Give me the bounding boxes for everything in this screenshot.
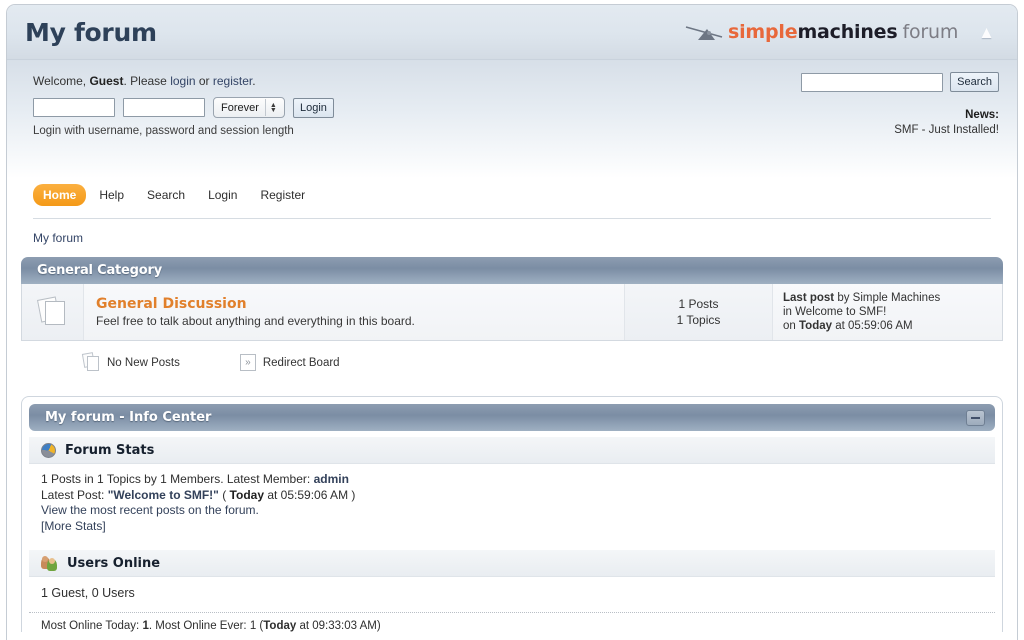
lever-logo-icon	[684, 21, 724, 43]
more-stats-link[interactable]: [More Stats]	[41, 519, 106, 533]
latest-post-day: Today	[230, 488, 264, 502]
welcome-username: Guest	[89, 74, 123, 88]
username-input[interactable]	[33, 98, 115, 117]
last-post-topic[interactable]: in Welcome to SMF!	[783, 305, 992, 319]
no-new-posts-folder-icon	[38, 297, 68, 327]
welcome-suffix: .	[252, 74, 255, 88]
board-last-post-cell: Last post by Simple Machines in Welcome …	[772, 284, 1002, 340]
most-online-ever-day: Today	[263, 620, 296, 632]
board-stats-cell: 1 Posts 1 Topics	[624, 284, 772, 340]
forum-stats-title: Forum Stats	[65, 443, 154, 458]
latest-post-close: )	[348, 488, 355, 502]
users-online-header: Users Online	[29, 550, 995, 577]
most-online-ever-label: . Most Online Ever: 1 (	[149, 620, 263, 632]
latest-member-link[interactable]: admin	[314, 472, 349, 486]
info-center-header: My forum - Info Center	[29, 404, 995, 431]
nav-item-help[interactable]: Help	[89, 184, 134, 206]
brand-area: simplemachinesforum ▲	[684, 21, 999, 43]
page-wrapper: My forum simplemachinesforum ▲ Welcome, …	[0, 0, 1024, 640]
info-center-title: My forum - Info Center	[45, 410, 211, 425]
board-topics-count: 1 Topics	[677, 312, 721, 328]
brand-machines-text: machines	[797, 21, 897, 43]
nav-item-login[interactable]: Login	[198, 184, 247, 206]
board-description: Feel free to talk about anything and eve…	[96, 314, 612, 328]
search-row: Search	[801, 72, 999, 92]
board-row: General Discussion Feel free to talk abo…	[21, 284, 1003, 341]
pie-chart-icon	[41, 443, 56, 458]
brand-forum-text: forum	[902, 21, 958, 43]
legend-item-no-new-posts: No New Posts	[83, 353, 180, 372]
last-post-author: by Simple Machines	[834, 292, 940, 304]
most-online-ever-time: at 09:33:03 AM)	[296, 620, 380, 632]
nav-item-home[interactable]: Home	[33, 184, 86, 206]
no-new-posts-icon	[83, 353, 100, 372]
news-text: SMF - Just Installed!	[801, 123, 999, 138]
users-online-counts: 1 Guest, 0 Users	[29, 577, 995, 606]
last-post-on-prefix: on	[783, 320, 799, 332]
board-legend: No New Posts » Redirect Board	[21, 341, 1003, 382]
site-header: My forum simplemachinesforum ▲	[7, 5, 1017, 60]
users-icon	[41, 556, 58, 571]
last-post-time: at 05:59:06 AM	[832, 320, 913, 332]
forum-stats-header: Forum Stats	[29, 437, 995, 464]
news-block: News: SMF - Just Installed!	[801, 108, 999, 138]
most-online-today-label: Most Online Today:	[41, 620, 142, 632]
login-link[interactable]: login	[170, 74, 195, 88]
password-input[interactable]	[123, 98, 205, 117]
last-post-label: Last post	[783, 292, 834, 304]
search-button[interactable]: Search	[950, 72, 999, 92]
category-header[interactable]: General Category	[21, 257, 1003, 284]
most-online-stats: Most Online Today: 1. Most Online Ever: …	[29, 613, 995, 632]
search-input[interactable]	[801, 73, 943, 92]
nav-item-register[interactable]: Register	[250, 184, 315, 206]
forum-frame: My forum simplemachinesforum ▲ Welcome, …	[6, 4, 1018, 640]
session-length-value: Forever	[221, 102, 259, 114]
simple-machines-logo[interactable]: simplemachinesforum	[684, 21, 958, 43]
register-link[interactable]: register	[213, 74, 252, 88]
main-navigation: Home Help Search Login Register	[33, 184, 991, 219]
page-title: My forum	[25, 18, 157, 47]
nav-item-search[interactable]: Search	[137, 184, 195, 206]
redirect-board-icon: »	[240, 354, 256, 371]
chevron-up-icon[interactable]: ▲	[974, 22, 999, 43]
main-navigation-wrap: Home Help Search Login Register	[7, 178, 1017, 219]
legend-label-redirect-board: Redirect Board	[263, 357, 340, 369]
breadcrumb-item-my-forum[interactable]: My forum	[33, 231, 83, 245]
news-label: News:	[801, 108, 999, 123]
latest-post-label: Latest Post:	[41, 488, 108, 502]
session-length-select[interactable]: Forever ▲▼	[213, 97, 285, 118]
forum-stats-body: 1 Posts in 1 Topics by 1 Members. Latest…	[29, 464, 995, 544]
board-posts-count: 1 Posts	[678, 296, 718, 312]
category-title: General Category	[37, 263, 162, 278]
recent-posts-link[interactable]: View the most recent posts on the forum.	[41, 503, 259, 517]
legend-label-no-new-posts: No New Posts	[107, 357, 180, 369]
latest-post-time: at 05:59:06 AM	[264, 488, 348, 502]
user-login-area: Welcome, Guest. Please login or register…	[7, 60, 1017, 178]
stepper-arrows-icon: ▲▼	[265, 99, 277, 116]
last-post-day: Today	[799, 320, 832, 332]
welcome-or: or	[196, 74, 213, 88]
latest-post-link[interactable]: "Welcome to SMF!"	[108, 488, 219, 502]
users-online-title: Users Online	[67, 556, 160, 571]
login-button[interactable]: Login	[293, 98, 334, 118]
latest-post-open: (	[219, 488, 230, 502]
board-index: General Category General Discussion Feel…	[7, 257, 1017, 382]
minimize-icon[interactable]	[966, 410, 985, 426]
brand-simple-text: simple	[728, 21, 797, 43]
board-info-cell: General Discussion Feel free to talk abo…	[84, 284, 624, 340]
board-icon-cell	[22, 284, 84, 340]
welcome-middle: . Please	[123, 74, 170, 88]
board-link-general-discussion[interactable]: General Discussion	[96, 296, 612, 312]
stats-posts-line: 1 Posts in 1 Topics by 1 Members. Latest…	[41, 472, 314, 486]
breadcrumb: My forum	[7, 219, 1017, 257]
info-center-panel: My forum - Info Center Forum Stats 1 Pos…	[21, 396, 1003, 632]
legend-item-redirect-board: » Redirect Board	[240, 354, 340, 371]
welcome-prefix: Welcome,	[33, 74, 89, 88]
search-cluster: Search News: SMF - Just Installed!	[801, 72, 999, 138]
